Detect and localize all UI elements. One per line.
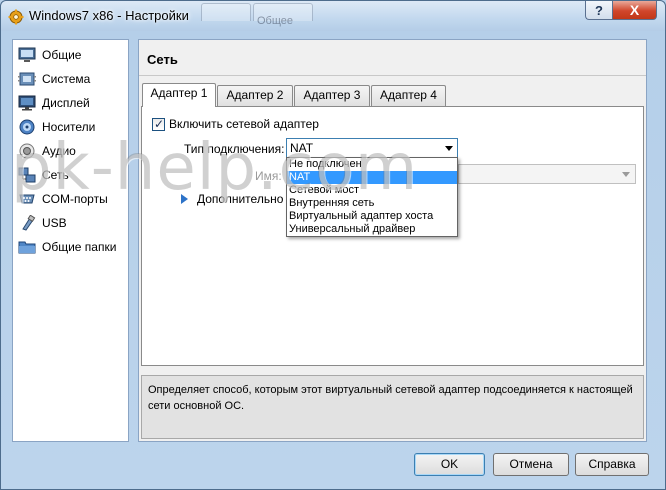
sidebar-item-display[interactable]: Дисплей (18, 93, 128, 113)
chevron-down-icon (445, 146, 453, 151)
dropdown-option-host-only[interactable]: Виртуальный адаптер хоста (287, 210, 457, 223)
tab-adapter-3[interactable]: Адаптер 3 (294, 85, 370, 106)
sidebar-item-label: Общие (42, 48, 82, 62)
sidebar-item-label: Система (42, 72, 91, 86)
sidebar-item-label: Дисплей (42, 96, 90, 110)
connection-type-label: Тип подключения: (184, 142, 285, 156)
tab-adapter-4[interactable]: Адаптер 4 (371, 85, 446, 106)
expand-triangle-icon (181, 194, 188, 204)
ok-button[interactable]: OK (414, 453, 485, 476)
page-title: Сеть (147, 52, 178, 67)
sidebar-item-label: Носители (42, 120, 96, 134)
general-icon (18, 47, 36, 62)
connection-type-dropdown: Не подключен NAT Сетевой мост Внутренняя… (286, 157, 458, 237)
settings-sidebar: Общие Система Дисплей Носители Аудио Сет… (12, 39, 129, 442)
adapter-name-label: Имя: (255, 169, 282, 183)
chevron-down-icon (622, 172, 630, 177)
sidebar-item-general[interactable]: Общие (18, 45, 128, 65)
enable-adapter-label: Включить сетевой адаптер (169, 117, 319, 131)
tab-adapter-2[interactable]: Адаптер 2 (217, 85, 293, 106)
close-button[interactable]: X (612, 1, 657, 20)
tab-label: Адаптер 2 (226, 88, 284, 102)
network-settings-panel: Сеть Адаптер 1 Адаптер 2 Адаптер 3 Адапт… (138, 39, 647, 442)
dropdown-option-internal[interactable]: Внутренняя сеть (287, 197, 457, 210)
system-icon (18, 72, 36, 86)
sidebar-item-storage[interactable]: Носители (18, 117, 128, 137)
background-tab-label: Общее (257, 15, 294, 27)
settings-window: Windows7 x86 - Настройки Общее ? X Общие (0, 0, 666, 490)
dropdown-option-not-attached[interactable]: Не подключен (287, 158, 457, 171)
sidebar-item-label: Сеть (42, 168, 69, 182)
display-icon (18, 95, 36, 111)
description-text: Определяет способ, которым этот виртуаль… (148, 384, 633, 412)
tab-label: Адаптер 4 (380, 88, 437, 102)
virtualbox-gear-icon (8, 9, 24, 25)
shared-folder-icon (18, 241, 36, 254)
dropdown-option-nat[interactable]: NAT (287, 171, 457, 184)
title-bar[interactable]: Windows7 x86 - Настройки Общее ? X (1, 1, 665, 31)
sidebar-item-usb[interactable]: USB (18, 213, 128, 233)
divider (139, 75, 646, 76)
adapter-name-select[interactable] (458, 164, 636, 184)
sidebar-item-serial-ports[interactable]: COM-порты (18, 189, 128, 209)
serial-port-icon (19, 194, 35, 204)
checkmark-icon: ✓ (154, 117, 165, 131)
dropdown-option-bridged[interactable]: Сетевой мост (287, 184, 457, 197)
tab-adapter-1[interactable]: Адаптер 1 (142, 83, 216, 107)
sidebar-item-label: COM-порты (42, 192, 108, 206)
sidebar-item-audio[interactable]: Аудио (18, 141, 128, 161)
storage-icon (19, 119, 35, 135)
help-icon: ? (595, 2, 603, 18)
network-icon (18, 167, 36, 183)
cancel-button[interactable]: Отмена (493, 453, 569, 476)
help-button[interactable]: Справка (575, 453, 649, 476)
tab-label: Адаптер 3 (303, 88, 361, 102)
tab-label: Адаптер 1 (150, 86, 208, 100)
connection-type-value: NAT (290, 141, 314, 155)
background-window-tab (201, 3, 251, 21)
usb-icon (22, 215, 36, 231)
sidebar-item-network[interactable]: Сеть (18, 165, 128, 185)
sidebar-item-label: USB (42, 216, 67, 230)
dropdown-option-generic[interactable]: Универсальный драйвер (287, 223, 457, 236)
audio-icon (19, 143, 35, 159)
window-controls: ? X (585, 1, 657, 21)
sidebar-item-label: Аудио (42, 144, 76, 158)
sidebar-item-system[interactable]: Система (18, 69, 128, 89)
close-icon: X (629, 2, 640, 18)
sidebar-item-label: Общие папки (42, 240, 117, 254)
connection-type-select[interactable]: NAT (286, 138, 458, 158)
advanced-label: Дополнительно (197, 192, 284, 206)
enable-adapter-checkbox[interactable]: ✓ (152, 117, 165, 131)
description-box: Определяет способ, которым этот виртуаль… (141, 375, 644, 439)
title-help-button[interactable]: ? (585, 1, 612, 20)
window-title: Windows7 x86 - Настройки (29, 8, 189, 23)
sidebar-item-shared-folders[interactable]: Общие папки (18, 237, 128, 257)
